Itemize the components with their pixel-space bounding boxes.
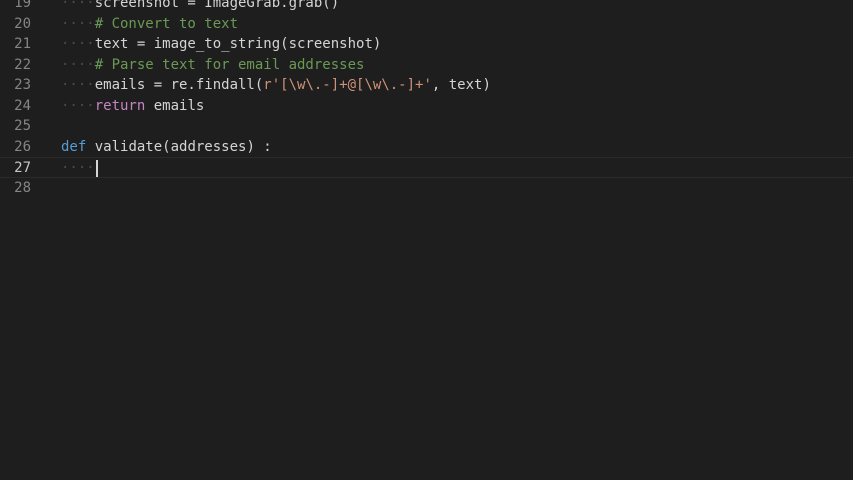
indent-guide-dots: ···· [61, 36, 95, 52]
code-line[interactable]: 28 [0, 178, 853, 199]
code-line[interactable]: 19 ····screenshot = ImageGrab.grab() [0, 0, 853, 14]
code-line[interactable]: 23 ····emails = re.findall(r'[\w\.-]+@[\w… [0, 75, 853, 96]
code-token: # Convert to text [94, 15, 239, 32]
code-text[interactable]: ····screenshot = ImageGrab.grab() [61, 0, 339, 14]
code-token: return [94, 97, 146, 114]
code-token: emails = re.findall( [94, 77, 264, 93]
indent-guide-dots: ···· [61, 97, 95, 114]
code-editor[interactable]: 19 ····screenshot = ImageGrab.grab() 20 ···… [0, 0, 853, 480]
code-text[interactable]: ····emails = re.findall(r'[\w\.-]+@[\w\.… [61, 75, 491, 96]
line-number: 26 [14, 138, 31, 155]
code-line[interactable]: 24 ····return emails [0, 96, 853, 117]
line-number: 19 [14, 0, 31, 11]
line-number: 24 [14, 97, 31, 114]
code-token: text = image_to_string(screenshot) [94, 36, 382, 52]
code-line[interactable]: 21 ····text = image_to_string(screenshot) [0, 34, 853, 55]
code-text[interactable]: ····# Convert to text [61, 14, 238, 35]
line-number: 20 [14, 15, 31, 32]
code-text[interactable]: ····return emails [61, 96, 204, 117]
code-token: , text) [431, 77, 491, 93]
code-text[interactable]: ····# Parse text for email addresses [61, 55, 364, 76]
indent-guide-dots: ···· [61, 77, 95, 93]
code-line[interactable]: 22 ····# Parse text for email addresses [0, 55, 853, 76]
code-token: def [61, 138, 87, 155]
line-number: 21 [14, 36, 31, 52]
code-token: emails [145, 97, 205, 114]
code-token: r'[\w\.-]+@[\w\.-]+' [263, 77, 432, 93]
code-line[interactable]: 27 ···· [0, 157, 853, 178]
code-text[interactable]: ····text = image_to_string(screenshot) [61, 34, 381, 55]
code-token: validate(addresses) : [86, 138, 272, 155]
code-text[interactable]: ···· [61, 158, 98, 179]
line-number: 27 [14, 160, 31, 176]
indent-guide-dots: ···· [61, 160, 95, 176]
code-line[interactable]: 20 ····# Convert to text [0, 14, 853, 35]
indent-guide-dots: ···· [61, 56, 95, 73]
code-lines: 19 ····screenshot = ImageGrab.grab() 20 ···… [0, 0, 853, 198]
code-token: # Parse text for email addresses [94, 56, 365, 73]
code-line[interactable]: 25 [0, 116, 853, 137]
line-number: 25 [14, 118, 31, 134]
indent-guide-dots: ···· [61, 15, 95, 32]
text-cursor [95, 159, 98, 177]
line-number: 28 [14, 179, 31, 196]
line-number: 22 [14, 56, 31, 73]
indent-guide-dots: ···· [61, 0, 95, 11]
code-line[interactable]: 26 def validate(addresses) : [0, 137, 853, 158]
code-text[interactable]: def validate(addresses) : [61, 137, 272, 158]
code-token: screenshot = ImageGrab.grab() [94, 0, 340, 11]
line-number: 23 [14, 77, 31, 93]
